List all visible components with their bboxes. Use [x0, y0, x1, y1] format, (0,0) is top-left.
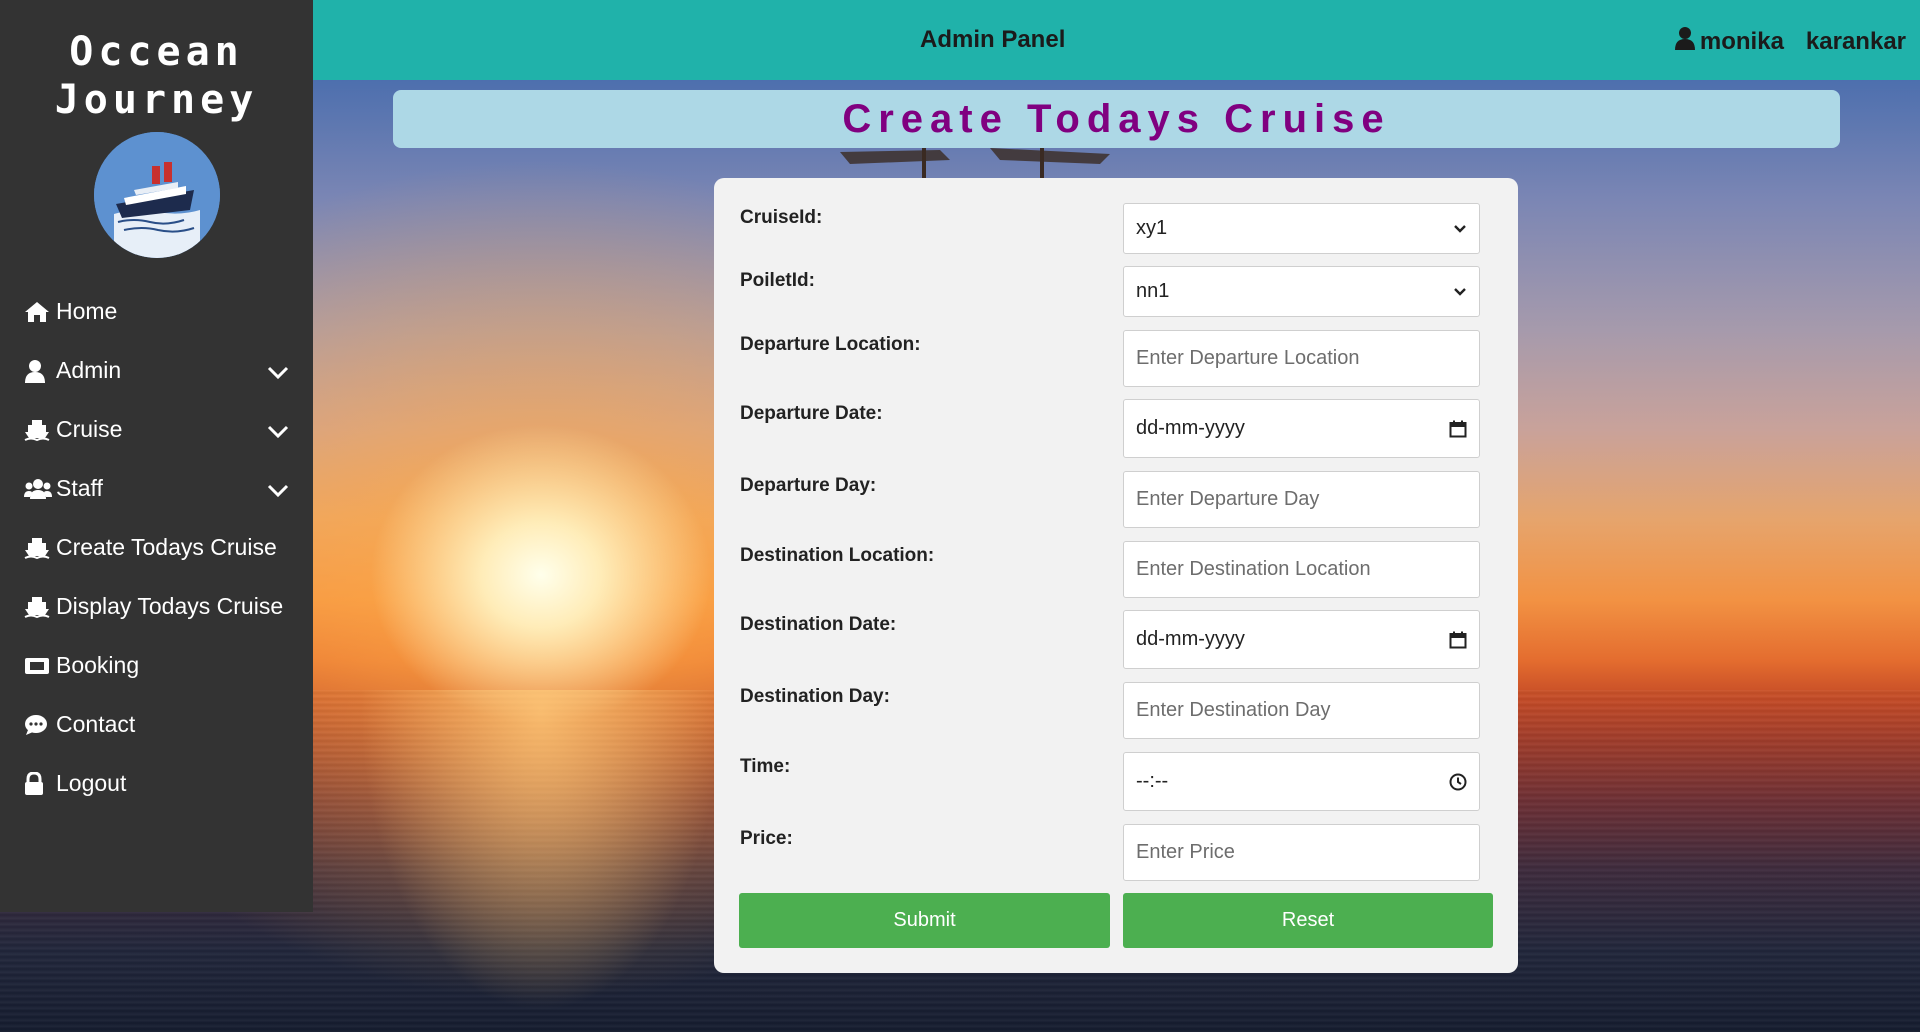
- departure-location-label: Departure Location:: [740, 334, 921, 355]
- price-input[interactable]: Enter Price: [1123, 824, 1480, 881]
- departure-date-placeholder: dd-mm-yyyy: [1136, 417, 1245, 439]
- sidebar: Occean Journey Home Admin Cruise Staff C…: [0, 0, 313, 912]
- time-input[interactable]: --:--: [1123, 752, 1480, 811]
- poilet-id-select[interactable]: nn1: [1123, 266, 1480, 317]
- sidebar-item-staff[interactable]: Staff: [0, 459, 313, 518]
- sidebar-item-label: Create Todays Cruise: [56, 534, 277, 560]
- create-cruise-form: CruiseId: xy1 PoiletId: nn1 Departure Lo…: [714, 178, 1518, 973]
- time-placeholder: --:--: [1136, 770, 1169, 792]
- departure-location-placeholder: Enter Departure Location: [1136, 347, 1360, 369]
- cruise-ship-logo-icon: [93, 132, 220, 258]
- ticket-icon: [24, 654, 52, 678]
- users-icon: [24, 477, 52, 501]
- departure-date-label: Departure Date:: [740, 403, 883, 424]
- home-icon: [24, 300, 52, 324]
- chat-icon: [24, 713, 52, 737]
- time-label: Time:: [740, 756, 791, 777]
- chevron-down-icon[interactable]: [267, 477, 289, 504]
- departure-day-placeholder: Enter Departure Day: [1136, 488, 1320, 510]
- poilet-id-label: PoiletId:: [740, 270, 815, 291]
- sidebar-item-label: Booking: [56, 652, 140, 678]
- user-icon: [1674, 26, 1696, 57]
- sidebar-item-label: Contact: [56, 711, 136, 737]
- cruise-id-select[interactable]: xy1: [1123, 203, 1480, 254]
- ship-icon: [24, 536, 52, 560]
- destination-location-placeholder: Enter Destination Location: [1136, 558, 1371, 580]
- ship-icon: [24, 418, 52, 442]
- clock-icon[interactable]: [1449, 773, 1467, 791]
- lock-icon: [24, 771, 52, 796]
- destination-day-label: Destination Day:: [740, 686, 890, 707]
- page-title: Admin Panel: [920, 26, 1066, 53]
- departure-day-input[interactable]: Enter Departure Day: [1123, 471, 1480, 528]
- chevron-down-icon[interactable]: [267, 359, 289, 386]
- brand-line-2: Journey: [54, 77, 259, 123]
- destination-location-label: Destination Location:: [740, 545, 935, 566]
- departure-date-input[interactable]: dd-mm-yyyy: [1123, 399, 1480, 458]
- calendar-icon[interactable]: [1449, 631, 1467, 649]
- sidebar-item-label: Logout: [56, 770, 127, 796]
- destination-day-placeholder: Enter Destination Day: [1136, 699, 1331, 721]
- ship-icon: [24, 595, 52, 619]
- chevron-down-icon: [1453, 224, 1467, 234]
- price-placeholder: Enter Price: [1136, 841, 1235, 863]
- departure-day-label: Departure Day:: [740, 475, 877, 496]
- user-first-name: monika: [1699, 27, 1784, 55]
- sidebar-item-create-todays-cruise[interactable]: Create Todays Cruise: [0, 518, 313, 577]
- page-heading-banner: Create Todays Cruise: [393, 90, 1840, 148]
- sidebar-item-label: Display Todays Cruise: [56, 593, 284, 619]
- calendar-icon[interactable]: [1449, 420, 1467, 438]
- cruise-id-value: xy1: [1136, 217, 1168, 239]
- destination-date-placeholder: dd-mm-yyyy: [1136, 628, 1245, 650]
- poilet-id-value: nn1: [1136, 280, 1170, 302]
- user-last-name: karankar: [1805, 27, 1906, 55]
- chevron-down-icon: [1453, 287, 1467, 297]
- sidebar-item-label: Cruise: [56, 416, 123, 442]
- destination-day-input[interactable]: Enter Destination Day: [1123, 682, 1480, 739]
- top-bar: Admin Panel monika karankar: [313, 0, 1920, 80]
- user-icon: [24, 359, 52, 383]
- chevron-down-icon[interactable]: [267, 418, 289, 445]
- brand-title: Occean Journey: [0, 0, 313, 124]
- destination-date-label: Destination Date:: [740, 614, 897, 635]
- sidebar-item-logout[interactable]: Logout: [0, 754, 313, 813]
- departure-location-input[interactable]: Enter Departure Location: [1123, 330, 1480, 387]
- sidebar-item-admin[interactable]: Admin: [0, 341, 313, 400]
- sidebar-item-booking[interactable]: Booking: [0, 636, 313, 695]
- brand-line-1: Occean: [69, 29, 244, 75]
- reset-button[interactable]: Reset: [1123, 893, 1493, 948]
- sidebar-item-label: Home: [56, 298, 118, 324]
- sidebar-item-home[interactable]: Home: [0, 282, 313, 341]
- submit-button[interactable]: Submit: [739, 893, 1110, 948]
- cruise-logo: [93, 132, 220, 258]
- sidebar-item-display-todays-cruise[interactable]: Display Todays Cruise: [0, 577, 313, 636]
- destination-date-input[interactable]: dd-mm-yyyy: [1123, 610, 1480, 669]
- sidebar-item-cruise[interactable]: Cruise: [0, 400, 313, 459]
- sidebar-item-label: Staff: [56, 475, 103, 501]
- destination-location-input[interactable]: Enter Destination Location: [1123, 541, 1480, 598]
- sidebar-item-label: Admin: [56, 357, 122, 383]
- price-label: Price:: [740, 828, 793, 849]
- sidebar-nav: Home Admin Cruise Staff Create Todays Cr…: [0, 282, 313, 813]
- user-menu[interactable]: monika karankar: [1674, 26, 1906, 57]
- sidebar-item-contact[interactable]: Contact: [0, 695, 313, 754]
- cruise-id-label: CruiseId:: [740, 207, 823, 228]
